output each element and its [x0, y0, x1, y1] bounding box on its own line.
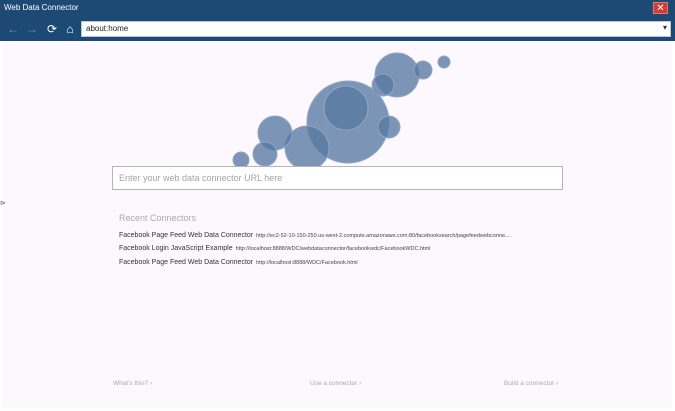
recent-connector-name[interactable]: Facebook Page Feed Web Data Connector [119, 232, 253, 239]
close-button[interactable]: ✕ [653, 2, 668, 14]
cursor-icon: ⊳ [0, 200, 6, 207]
forward-arrow-icon[interactable]: → [25, 22, 39, 36]
bubble [377, 115, 401, 139]
bubbles-logo [232, 52, 451, 171]
use-connector-link[interactable]: Use a connector › [310, 380, 361, 387]
window-title: Web Data Connector [4, 3, 79, 12]
connector-url-input[interactable] [112, 166, 563, 190]
refresh-icon[interactable]: ⟳ [45, 22, 59, 36]
address-value: about:home [86, 24, 129, 33]
home-icon[interactable]: ⌂ [63, 22, 77, 36]
recent-connector-url[interactable]: http://ec2-52-10-150-250.us-west-2.compu… [256, 233, 511, 239]
whats-this-link[interactable]: What's this? › [113, 380, 152, 387]
bubble [371, 73, 395, 97]
recent-connector-name[interactable]: Facebook Page Feed Web Data Connector [119, 259, 253, 266]
recent-connector-item[interactable]: Facebook Page Feed Web Data Connector htt… [119, 259, 358, 266]
bubble [437, 55, 451, 69]
recent-connector-url[interactable]: http://localhost:8888/WDC/Facebook.html [256, 260, 358, 266]
chevron-down-icon[interactable]: ▾ [663, 23, 667, 32]
recent-connector-item[interactable]: Facebook Page Feed Web Data Connector htt… [119, 232, 511, 239]
bubble [413, 60, 433, 80]
bubble [252, 141, 278, 167]
build-connector-link[interactable]: Build a connector › [504, 380, 558, 387]
back-arrow-icon[interactable]: ← [6, 22, 20, 36]
navigation-bar: ← → ⟳ ⌂ about:home ▾ [0, 18, 675, 41]
recent-connector-item[interactable]: Facebook Login JavaScript Example http://… [119, 245, 430, 252]
page-content: Recent Connectors Facebook Page Feed Web… [3, 41, 672, 408]
bubble-inner [323, 85, 369, 131]
recent-connector-url[interactable]: http://localhost:8888/WDC/webdataconnect… [236, 246, 431, 252]
title-bar: Web Data Connector ✕ [0, 0, 675, 18]
address-bar[interactable]: about:home ▾ [81, 21, 671, 37]
recent-connectors-heading: Recent Connectors [119, 213, 197, 223]
recent-connector-name[interactable]: Facebook Login JavaScript Example [119, 245, 233, 252]
